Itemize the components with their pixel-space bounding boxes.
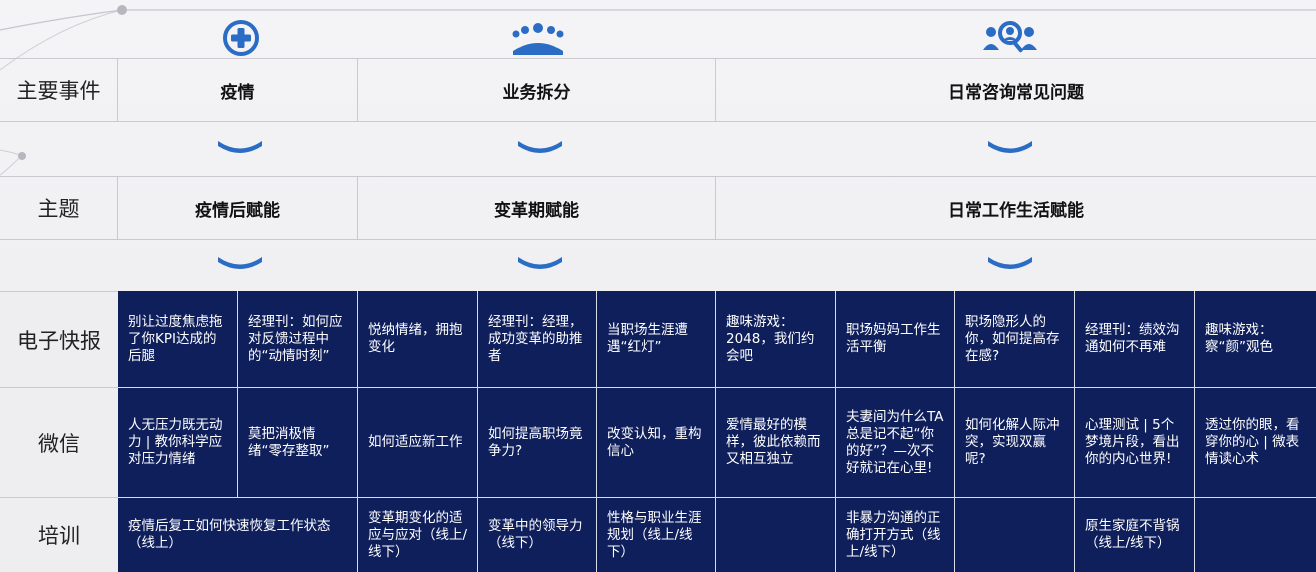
wechat-item[interactable]: 如何提高职场竟争力? bbox=[478, 388, 597, 498]
wechat-label: 微信 bbox=[0, 388, 118, 498]
event-epidemic: 疫情 bbox=[118, 59, 358, 121]
training-item[interactable]: 变革中的领导力（线下） bbox=[478, 498, 597, 572]
newsletter-item[interactable]: 趣味游戏：2048，我们约会吧 bbox=[716, 291, 836, 388]
wechat-item[interactable]: 改变认知，重构信心 bbox=[597, 388, 716, 498]
wechat-item[interactable]: 夫妻间为什么TA总是记不起“你的好”？—次不好就记在心里! bbox=[836, 388, 955, 498]
training-item-empty bbox=[955, 498, 1075, 572]
theme-post-epidemic: 疫情后赋能 bbox=[118, 177, 358, 239]
group-meeting-icon bbox=[508, 16, 568, 60]
training-item-empty bbox=[716, 498, 836, 572]
training-item[interactable]: 非暴力沟通的正确打开方式（线上/线下） bbox=[836, 498, 955, 572]
theme-label: 主题 bbox=[0, 177, 118, 239]
event-business-split: 业务拆分 bbox=[358, 59, 716, 121]
training-item[interactable]: 性格与职业生涯规划（线上/线下） bbox=[597, 498, 716, 572]
chevron-down-icon bbox=[988, 257, 1032, 269]
newsletter-item[interactable]: 趣味游戏：察“颜”观色 bbox=[1195, 291, 1316, 388]
theme-transition: 变革期赋能 bbox=[358, 177, 716, 239]
newsletter-label: 电子快报 bbox=[0, 291, 118, 388]
wechat-item[interactable]: 透过你的眼，看穿你的心 | 微表情读心术 bbox=[1195, 388, 1316, 498]
medical-cross-icon bbox=[217, 16, 265, 60]
wechat-item[interactable]: 爱情最好的模样，彼此依赖而又相互独立 bbox=[716, 388, 836, 498]
theme-daily-life: 日常工作生活赋能 bbox=[948, 200, 1084, 221]
training-item[interactable]: 变革期变化的适应与应对（线上/线下） bbox=[358, 498, 478, 572]
wechat-item[interactable]: 如何适应新工作 bbox=[358, 388, 478, 498]
newsletter-item[interactable]: 职场隐形人的你，如何提高存在感? bbox=[955, 291, 1075, 388]
event-daily-consulting: 日常咨询常见问题 bbox=[948, 82, 1084, 103]
training-item[interactable]: 原生家庭不背锅（线上/线下） bbox=[1075, 498, 1195, 572]
newsletter-item[interactable]: 经理刊：如何应对反馈过程中的“动情时刻” bbox=[238, 291, 358, 388]
chevron-down-icon bbox=[218, 257, 262, 269]
newsletter-item[interactable]: 当职场生涯遭遇“红灯” bbox=[597, 291, 716, 388]
newsletter-item[interactable]: 经理刊：绩效沟通如何不再难 bbox=[1075, 291, 1195, 388]
chevron-down-icon bbox=[218, 141, 262, 153]
wechat-item[interactable]: 如何化解人际冲突，实现双赢呢? bbox=[955, 388, 1075, 498]
chevron-down-icon bbox=[518, 141, 562, 153]
main-events-row: 主要事件 疫情 业务拆分 日常咨询常见问题 bbox=[0, 58, 1316, 122]
content-grid: 别让过度焦虑拖了你KPI达成的后腿 经理刊：如何应对反馈过程中的“动情时刻” 悦… bbox=[118, 291, 1316, 572]
training-item[interactable]: 疫情后复工如何快速恢复工作状态（线上） bbox=[118, 498, 358, 572]
chevron-down-icon bbox=[518, 257, 562, 269]
training-label: 培训 bbox=[0, 498, 118, 572]
wechat-item[interactable]: 莫把消极情绪“零存整取” bbox=[238, 388, 358, 498]
wechat-item[interactable]: 心理测试 | 5个梦境片段，看出你的内心世界! bbox=[1075, 388, 1195, 498]
newsletter-item[interactable]: 别让过度焦虑拖了你KPI达成的后腿 bbox=[118, 291, 238, 388]
newsletter-item[interactable]: 经理刊：经理，成功变革的助推者 bbox=[478, 291, 597, 388]
consulting-people-icon bbox=[980, 16, 1040, 60]
chevron-down-icon bbox=[988, 141, 1032, 153]
training-item-empty bbox=[1195, 498, 1316, 572]
main-events-label: 主要事件 bbox=[0, 59, 118, 121]
wechat-item[interactable]: 人无压力既无动力 | 教你科学应对压力情绪 bbox=[118, 388, 238, 498]
newsletter-item[interactable]: 职场妈妈工作生活平衡 bbox=[836, 291, 955, 388]
newsletter-item[interactable]: 悦纳情绪，拥抱变化 bbox=[358, 291, 478, 388]
theme-row: 主题 疫情后赋能 变革期赋能 日常工作生活赋能 bbox=[0, 176, 1316, 240]
